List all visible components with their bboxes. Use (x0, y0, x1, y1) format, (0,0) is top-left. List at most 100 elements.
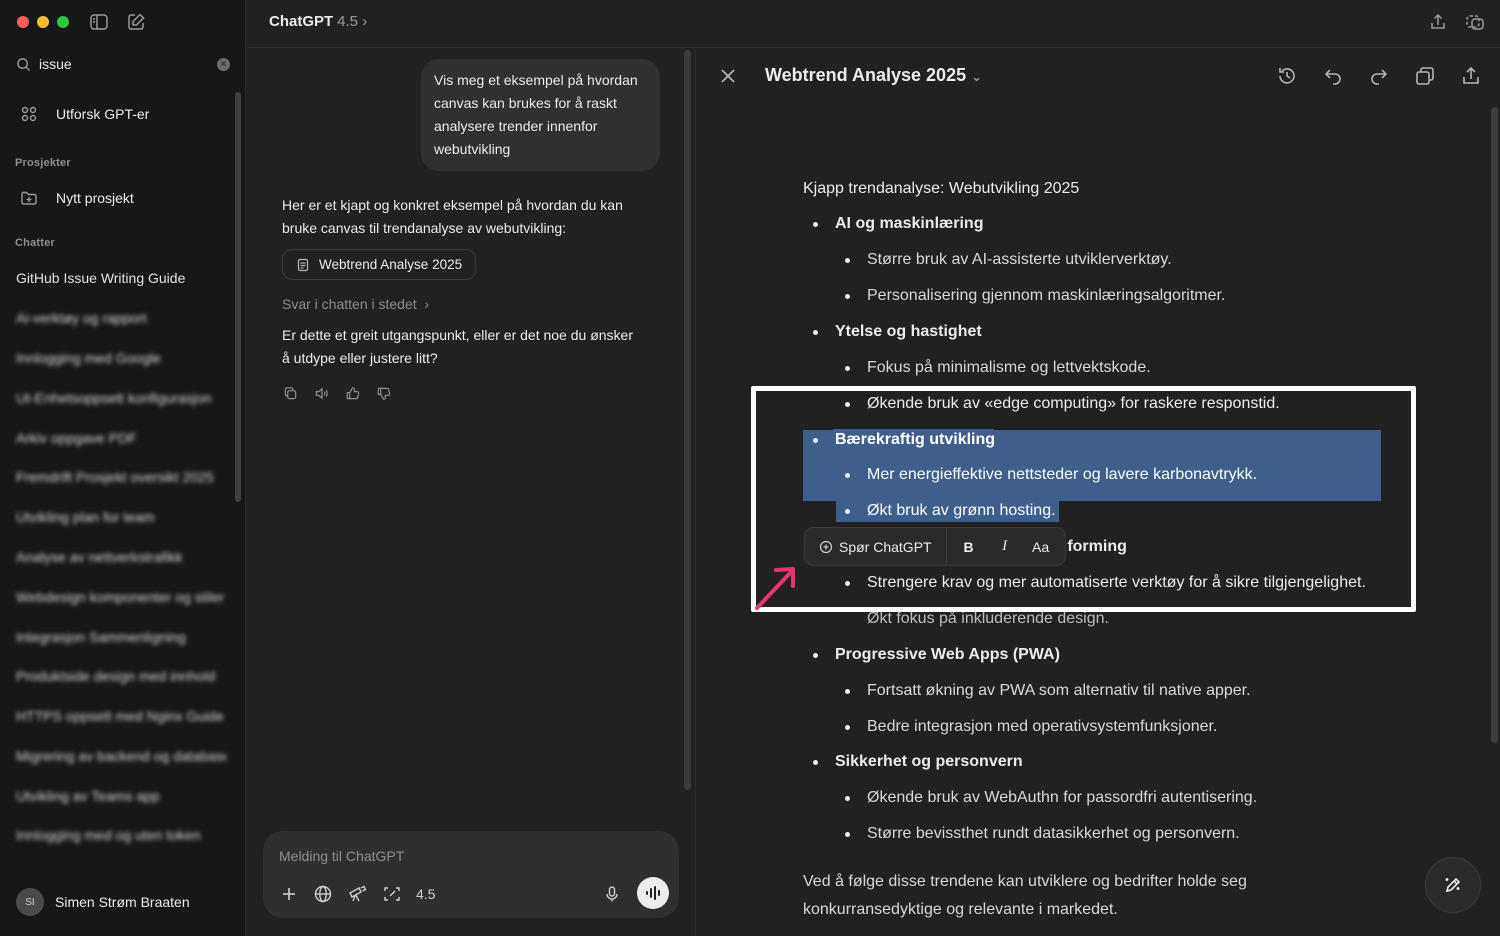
microphone-icon[interactable] (602, 884, 622, 904)
copy-icon[interactable] (283, 386, 298, 401)
chat-item-label: Fremdrift Prosjekt oversikt 2025 (16, 469, 214, 485)
chat-item-label: Ut-Enhetsoppsett konfigurasjon (16, 390, 212, 406)
bullet (845, 689, 850, 694)
toggle-sidebar-icon[interactable] (89, 12, 109, 32)
chat-item[interactable]: Ut-Enhetsoppsett konfigurasjon (16, 390, 226, 412)
search-input[interactable]: issue (39, 56, 217, 72)
share-icon[interactable] (1428, 12, 1448, 32)
pencil-sparkle-icon (1445, 877, 1461, 893)
chat-item[interactable]: Migrering av backend og database (16, 748, 226, 770)
edit-suggestions-button[interactable] (1425, 857, 1481, 913)
document-heading: Kjapp trendanalyse: Webutvikling 2025 (803, 180, 1080, 197)
chat-item[interactable]: Integrasjon Sammenligning (16, 629, 226, 651)
chat-item-label: Arkiv oppgave PDF (16, 430, 137, 446)
section-title: Progressive Web Apps (PWA) (835, 646, 1060, 663)
chat-item-label: Innlogging med Google (16, 350, 161, 366)
model-name: ChatGPT (269, 13, 334, 30)
globe-icon[interactable] (313, 884, 333, 904)
list-item: Bedre integrasjon med operativsystemfunk… (867, 718, 1218, 735)
chat-item[interactable]: Innlogging med Google (16, 350, 226, 372)
message-composer[interactable]: Melding til ChatGPT 4.5 (263, 831, 679, 918)
reply-in-chat-label: Svar i chatten i stedet (282, 296, 417, 312)
sidebar-scrollbar[interactable] (235, 92, 241, 502)
chat-item-label: Utvikling av Teams app (16, 788, 160, 804)
chat-item[interactable]: Utvikling plan for team (16, 509, 226, 531)
chat-item[interactable]: Arkiv oppgave PDF (16, 430, 226, 452)
chevron-right-icon: › (420, 296, 430, 312)
section-title: Ytelse og hastighet (835, 323, 982, 340)
message-input[interactable]: Melding til ChatGPT (279, 848, 404, 864)
user-menu[interactable]: SI Simen Strøm Braaten (16, 888, 190, 916)
new-project-button[interactable]: Nytt prosjekt (12, 182, 234, 214)
chat-item[interactable]: Ai-verktøy og rapport (16, 310, 226, 332)
chat-item-label: Ai-verktøy og rapport (16, 310, 147, 326)
read-aloud-icon[interactable] (314, 386, 329, 401)
zoom-window-button[interactable] (57, 16, 69, 28)
annotation-highlight-box (751, 386, 1416, 612)
new-project-label: Nytt prosjekt (56, 190, 134, 206)
chat-item[interactable]: Analyse av nettverkstrafikk (16, 549, 226, 571)
canvas-panel: Webtrend Analyse 2025 ⌄ Kjapp trendanaly… (695, 49, 1500, 936)
avatar: SI (16, 888, 44, 916)
chat-item[interactable]: Fremdrift Prosjekt oversikt 2025 (16, 469, 226, 491)
folder-plus-icon (21, 191, 37, 205)
telescope-icon[interactable] (347, 884, 367, 904)
section-title: Sikkerhet og personvern (835, 753, 1023, 770)
list-item: Fortsatt økning av PWA som alternativ ti… (867, 682, 1251, 699)
chat-item-label: HTTPS oppsett med Nginx Guide (16, 708, 224, 724)
chat-item[interactable]: Webdesign komponenter og stiler (16, 589, 226, 611)
bullet (813, 330, 818, 335)
new-chat-icon[interactable] (126, 12, 146, 32)
voice-mode-button[interactable] (637, 877, 669, 909)
search-icon (17, 57, 31, 71)
canvas-document[interactable]: Kjapp trendanalyse: Webutvikling 2025 AI… (696, 49, 1500, 936)
list-item: Økt fokus på inkluderende design. (867, 610, 1109, 627)
plus-icon[interactable] (279, 884, 299, 904)
top-bar: ChatGPT 4.5 › (247, 0, 1500, 48)
chat-item-label: Produktside design med innhold (16, 668, 216, 684)
reply-in-chat-link[interactable]: Svar i chatten i stedet › (282, 296, 429, 312)
model-version: 4.5 (337, 13, 359, 30)
chat-item[interactable]: HTTPS oppsett med Nginx Guide (16, 708, 226, 730)
canvas-chip-label: Webtrend Analyse 2025 (319, 257, 463, 272)
chat-panel: ChatGPT 4.5 › Vis meg et eksempel på hvor… (247, 0, 1500, 936)
chats-header: Chatter (15, 237, 55, 249)
temporary-chat-icon[interactable] (1465, 12, 1485, 32)
clear-search-icon[interactable]: × (217, 57, 230, 71)
bullet (845, 258, 850, 263)
sidebar: issue × Utforsk GPT-er Prosjekter Nytt p… (0, 0, 246, 936)
chat-item[interactable]: Utvikling av Teams app (16, 788, 226, 810)
chat-item[interactable]: Innlogging med og uten token (16, 827, 226, 849)
message-actions (283, 386, 391, 401)
close-window-button[interactable] (17, 16, 29, 28)
bullet (845, 832, 850, 837)
waveform-icon (646, 886, 660, 900)
canvas-tool-icon[interactable] (382, 884, 402, 904)
search-field[interactable]: issue × (8, 50, 238, 78)
chat-scrollbar[interactable] (684, 50, 691, 790)
minimize-window-button[interactable] (37, 16, 49, 28)
chat-item-label: Migrering av backend og database (16, 748, 226, 764)
chat-item[interactable]: Produktside design med innhold (16, 668, 226, 690)
thumbs-up-icon[interactable] (345, 386, 360, 401)
explore-gpts-link[interactable]: Utforsk GPT-er (12, 98, 234, 130)
document-icon (297, 258, 309, 271)
canvas-document-chip[interactable]: Webtrend Analyse 2025 (282, 249, 477, 280)
grid-icon (21, 106, 37, 122)
section-title: AI og maskinlæring (835, 215, 984, 232)
annotation-arrow-icon (755, 567, 795, 610)
bullet (813, 760, 818, 765)
projects-header: Prosjekter (15, 157, 71, 169)
chat-item-github-issue[interactable]: GitHub Issue Writing Guide (16, 270, 226, 292)
model-badge[interactable]: 4.5 (416, 886, 435, 902)
list-item: Større bruk av AI-assisterte utviklerver… (867, 251, 1172, 268)
list-item: Større bevissthet rundt datasikkerhet og… (867, 825, 1240, 842)
chevron-right-icon: › (358, 13, 368, 30)
bullet (813, 653, 818, 658)
bullet (845, 725, 850, 730)
document-footer: Ved å følge disse trendene kan utviklere… (803, 873, 1247, 918)
model-selector[interactable]: ChatGPT 4.5 › (269, 13, 367, 30)
chat-item-label: Analyse av nettverkstrafikk (16, 549, 183, 565)
bullet (845, 294, 850, 299)
thumbs-down-icon[interactable] (376, 386, 391, 401)
